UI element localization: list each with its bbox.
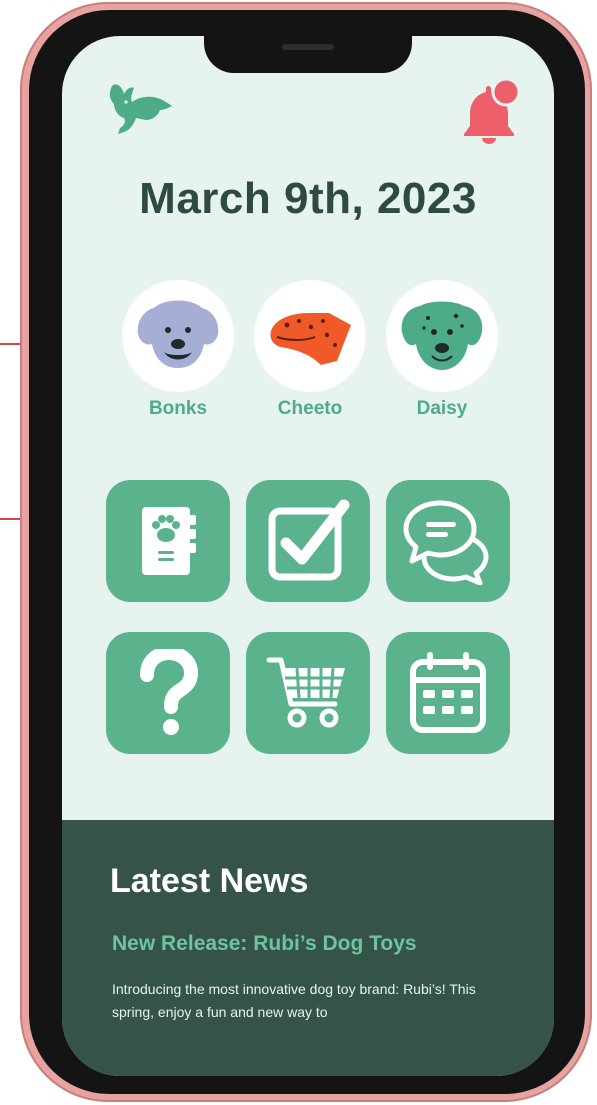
pet-name: Daisy: [416, 398, 468, 419]
chat-icon: [403, 500, 489, 585]
bell-icon[interactable]: [458, 76, 522, 144]
golden-retriever-icon: [137, 300, 219, 368]
pet-bonks[interactable]: Bonks: [122, 280, 234, 420]
pet-avatar: [122, 280, 234, 392]
news-section-title: Latest News: [110, 862, 309, 900]
help-button[interactable]: [106, 632, 230, 754]
messages-button[interactable]: [386, 480, 510, 602]
dalmatian-icon: [401, 301, 483, 370]
pet-records-button[interactable]: [106, 480, 230, 602]
paw-notebook-icon: [142, 507, 196, 575]
shopping-cart-icon: [266, 657, 345, 728]
checkbox-icon: [268, 499, 350, 581]
pet-name: Cheeto: [277, 398, 343, 419]
speaker-grille: [282, 44, 334, 50]
news-headline-link[interactable]: New Release: Rubi’s Dog Toys: [112, 932, 417, 956]
pet-name: Bonks: [148, 398, 208, 419]
shop-button[interactable]: [246, 632, 370, 754]
pet-cheeto[interactable]: Cheeto: [254, 280, 366, 420]
page-title-date: March 9th, 2023: [139, 174, 477, 223]
app-screen: March 9th, 2023 Bonks Cheeto Daisy Lates…: [62, 36, 554, 1076]
rabbit-icon[interactable]: [106, 80, 174, 136]
notch: [204, 36, 412, 73]
calendar-icon: [410, 652, 486, 733]
pet-daisy[interactable]: Daisy: [386, 280, 498, 420]
pet-avatar: [386, 280, 498, 392]
tasks-button[interactable]: [246, 480, 370, 602]
help-icon: [140, 649, 199, 735]
pet-avatar: [254, 280, 366, 392]
latest-news-section: Latest News New Release: Rubi’s Dog Toys…: [62, 820, 554, 1076]
gecko-icon: [270, 313, 351, 365]
news-body-text: Introducing the most innovative dog toy …: [112, 981, 476, 1020]
calendar-button[interactable]: [386, 632, 510, 754]
